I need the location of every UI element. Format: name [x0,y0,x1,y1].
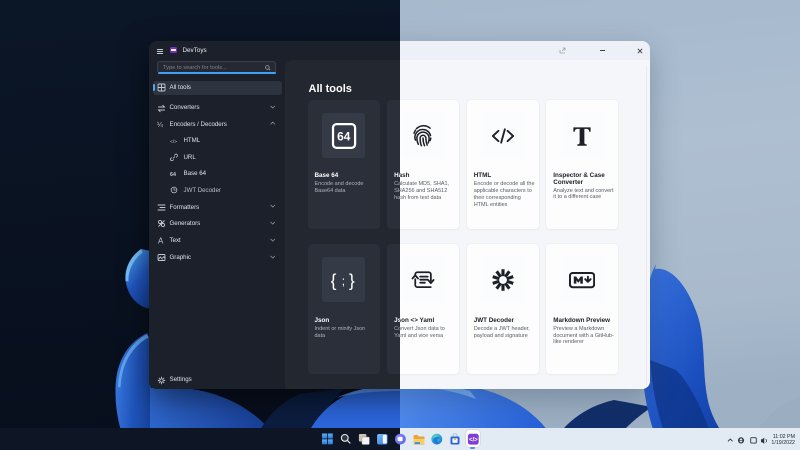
svg-text:</>: </> [469,437,478,443]
